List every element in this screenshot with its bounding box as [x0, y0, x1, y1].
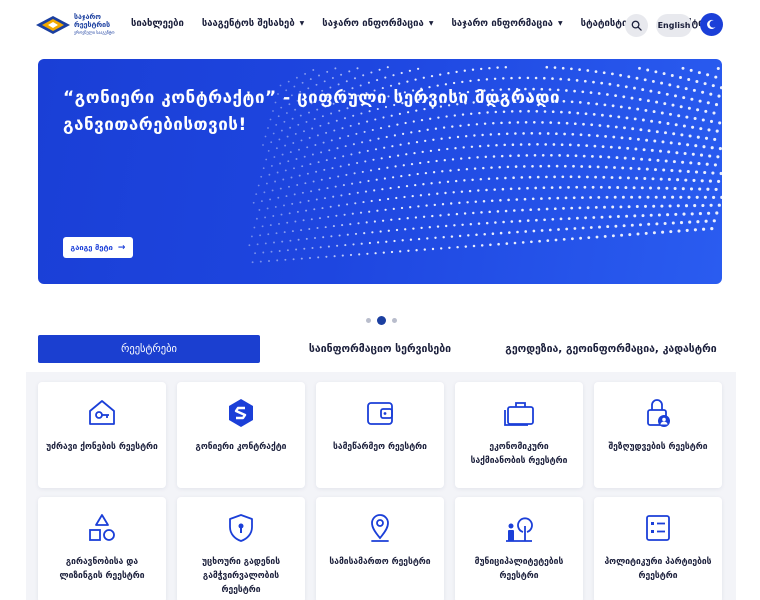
card-label: მუნიციპალიტეტების რეესტრი — [474, 557, 564, 581]
nav-label: სააგენტოს შესახებ — [201, 18, 295, 29]
card-restrictions-registry[interactable]: შეზღუდვების რეესტრი — [594, 382, 722, 488]
card-label: სამეწარმეო რეესტრი — [333, 442, 427, 452]
shield-lock-icon — [224, 511, 258, 545]
nav-item-news[interactable]: სიახლეები — [131, 18, 184, 29]
agency-logo[interactable]: საჯარო რეესტრის ეროვნული სააგენტო — [36, 11, 128, 39]
dark-mode-toggle[interactable] — [700, 13, 723, 36]
map-pin-icon — [363, 511, 397, 545]
briefcase-icon — [502, 396, 536, 430]
card-entrepreneurial-registry[interactable]: სამეწარმეო რეესტრი — [316, 382, 444, 488]
hero-title: “გონიერი კონტრაქტი” - ციფრული სერვისი მდ… — [63, 88, 561, 135]
nav-label: საჯარო ინფორმაცია — [322, 18, 424, 29]
house-key-icon — [85, 396, 119, 430]
tree-person-icon — [502, 511, 536, 545]
nav-item-public-info-2[interactable]: საჯარო ინფორმაცია ▼ — [451, 18, 562, 29]
card-smart-contract[interactable]: გონიერი კონტრაქტი — [177, 382, 305, 488]
card-economic-activity-registry[interactable]: ეკონომიკური საქმიანობის რეესტრი — [455, 382, 583, 488]
shapes-icon — [85, 511, 119, 545]
logo-line-2: რეესტრის — [74, 21, 111, 29]
carousel-indicators — [363, 316, 400, 325]
card-political-parties-registry[interactable]: პოლიტიკური პარტიების რეესტრი — [594, 497, 722, 600]
tab-registries[interactable]: რეესტრები — [38, 335, 260, 363]
carousel-dot[interactable] — [366, 318, 371, 323]
moon-icon — [707, 19, 716, 30]
card-municipalities-registry[interactable]: მუნიციპალიტეტების რეესტრი — [455, 497, 583, 600]
card-label: გონიერი კონტრაქტი — [195, 442, 287, 452]
tab-geodesy[interactable]: გეოდეზია, გეოინფორმაცია, კადასტრი — [500, 335, 722, 363]
list-doc-icon — [641, 511, 675, 545]
chevron-down-icon: ▼ — [428, 20, 434, 27]
card-address-registry[interactable]: სამისამართო რეესტრი — [316, 497, 444, 600]
arrow-right-icon: → — [117, 242, 126, 253]
nav-item-public-info[interactable]: საჯარო ინფორმაცია ▼ — [322, 18, 433, 29]
nav-item-about[interactable]: სააგენტოს შესახებ ▼ — [202, 18, 304, 29]
hero-banner: “გონიერი კონტრაქტი” - ციფრული სერვისი მდ… — [38, 59, 722, 284]
carousel-dot[interactable] — [392, 318, 397, 323]
service-tabs: რეესტრები საინფორმაციო სერვისები გეოდეზი… — [38, 335, 722, 363]
search-icon — [631, 20, 642, 31]
smart-contract-icon — [224, 396, 258, 430]
card-label: ეკონომიკური საქმიანობის რეესტრი — [470, 442, 568, 466]
carousel-dot-active[interactable] — [377, 316, 386, 325]
chevron-down-icon: ▼ — [557, 20, 563, 27]
logo-line-1: საჯარო — [74, 13, 101, 21]
nav-label: სიახლეები — [131, 18, 184, 29]
card-label: უძრავი ქონების რეესტრი — [46, 442, 158, 452]
card-real-estate-registry[interactable]: უძრავი ქონების რეესტრი — [38, 382, 166, 488]
card-pledge-leasing-registry[interactable]: გირავნობისა და ლიზინგის რეესტრი — [38, 497, 166, 600]
learn-more-label: გაიგე მეტი — [70, 243, 113, 252]
nav-label: საჯარო ინფორმაცია — [451, 18, 553, 29]
search-button[interactable] — [625, 14, 648, 37]
chevron-down-icon: ▼ — [299, 20, 305, 27]
logo-line-3: ეროვნული სააგენტო — [74, 30, 115, 35]
card-label: გირავნობისა და ლიზინგის რეესტრი — [59, 557, 145, 581]
card-label: პოლიტიკური პარტიების რეესტრი — [604, 557, 712, 581]
card-label: უცხოური გადენის გამჭვირვალობის რეესტრი — [201, 557, 281, 595]
lock-user-icon — [641, 396, 675, 430]
site-header: საჯარო რეესტრის ეროვნული სააგენტო სიახლე… — [0, 0, 760, 52]
card-label: შეზღუდვების რეესტრი — [608, 442, 708, 452]
tab-information-services[interactable]: საინფორმაციო სერვისები — [260, 335, 500, 363]
wallet-icon — [363, 396, 397, 430]
logo-mark-icon — [36, 16, 70, 34]
learn-more-button[interactable]: გაიგე მეტი → — [63, 237, 133, 258]
card-label: სამისამართო რეესტრი — [329, 557, 431, 567]
card-foreign-transparency-registry[interactable]: უცხოური გადენის გამჭვირვალობის რეესტრი — [177, 497, 305, 600]
language-switch-button[interactable]: English — [656, 14, 692, 37]
